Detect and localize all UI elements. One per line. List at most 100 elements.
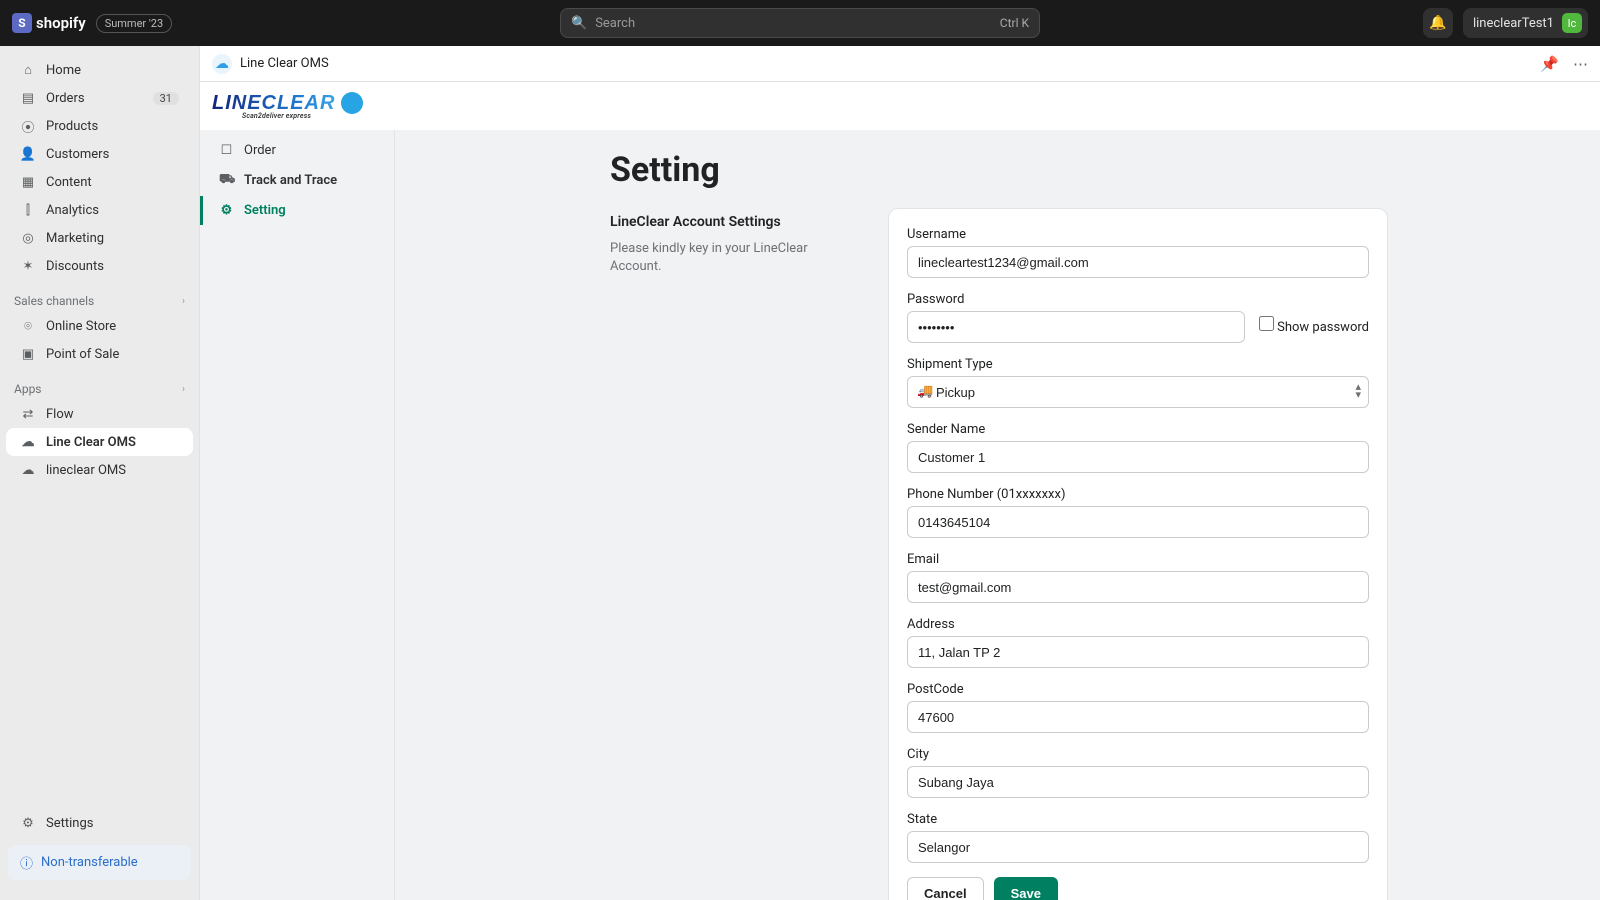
marketing-icon: ◎ (20, 230, 36, 246)
appmenu-label: Setting (244, 203, 286, 218)
topbar-left: S shopify Summer '23 (12, 13, 172, 33)
form-buttons: Cancel Save (907, 877, 1369, 900)
leftnav: ⌂ Home ▤ Orders 31 ⦿ Products 👤 Customer… (0, 46, 200, 900)
pin-icon[interactable]: 📌 (1540, 55, 1559, 73)
nav-label: Line Clear OMS (46, 435, 136, 450)
section-title: LineClear Account Settings (610, 214, 860, 230)
show-password-toggle[interactable]: Show password (1259, 316, 1369, 335)
shipment-type-select[interactable] (907, 376, 1369, 408)
pickup-truck-icon: 🚚 (917, 384, 933, 399)
home-icon: ⌂ (20, 62, 36, 78)
apps-header[interactable]: Apps › (0, 368, 199, 400)
discounts-icon: ✶ (20, 258, 36, 274)
appmenu-label: Track and Trace (244, 173, 337, 188)
state-input[interactable] (907, 831, 1369, 863)
postcode-input[interactable] (907, 701, 1369, 733)
nav-label: Point of Sale (46, 347, 119, 362)
state-label: State (907, 812, 1369, 827)
nav-label: lineclear OMS (46, 463, 126, 478)
gear-icon: ⚙ (20, 815, 36, 831)
nav-content[interactable]: ▦ Content (6, 168, 193, 196)
save-button[interactable]: Save (994, 877, 1058, 900)
nontransferable-banner[interactable]: ⓘ Non-transferable (8, 845, 191, 880)
city-label: City (907, 747, 1369, 762)
section-desc: Please kindly key in your LineClear Acco… (610, 240, 860, 276)
phone-input[interactable] (907, 506, 1369, 538)
brand-logo: LINECLEAR (212, 92, 363, 114)
cancel-button[interactable]: Cancel (907, 877, 984, 900)
brand-wrap: LINECLEAR Scan2deliver express (212, 92, 363, 120)
postcode-label: PostCode (907, 682, 1369, 697)
chevron-right-icon: › (182, 384, 185, 395)
more-icon[interactable]: ⋯ (1573, 55, 1588, 73)
app-header-right: 📌 ⋯ (1540, 55, 1588, 73)
search-box[interactable]: 🔍 Search Ctrl K (560, 8, 1040, 38)
username-input[interactable] (907, 246, 1369, 278)
customers-icon: 👤 (20, 146, 36, 162)
address-input[interactable] (907, 636, 1369, 668)
avatar: lc (1562, 13, 1582, 33)
nav-label: Marketing (46, 231, 104, 246)
show-password-checkbox[interactable] (1259, 316, 1274, 331)
nav-label: Settings (46, 816, 93, 831)
appmenu-label: Order (244, 143, 276, 158)
show-password-label: Show password (1277, 320, 1369, 335)
search-icon: 🔍 (571, 16, 587, 31)
app-header-left: ☁ Line Clear OMS (212, 54, 329, 74)
app-cloud-icon: ☁ (212, 54, 232, 74)
nav-label: Customers (46, 147, 109, 162)
address-label: Address (907, 617, 1369, 632)
app-header: ☁ Line Clear OMS 📌 ⋯ (200, 46, 1600, 82)
nav-home[interactable]: ⌂ Home (6, 56, 193, 84)
brand-bar: LINECLEAR Scan2deliver express (200, 82, 1600, 130)
nav-discounts[interactable]: ✶ Discounts (6, 252, 193, 280)
nav-pos[interactable]: ▣ Point of Sale (6, 340, 193, 368)
section-row: LineClear Account Settings Please kindly… (610, 208, 1570, 900)
nav-app-flow[interactable]: ⇄ Flow (6, 400, 193, 428)
sales-channels-header[interactable]: Sales channels › (0, 280, 199, 312)
shopify-logo[interactable]: S shopify (12, 13, 86, 33)
nav-settings[interactable]: ⚙ Settings (6, 809, 193, 837)
content-icon: ▦ (20, 174, 36, 190)
brand-logo-text: LINECLEAR (212, 93, 335, 113)
search-placeholder: Search (595, 16, 635, 31)
cloud-icon: ☁ (20, 462, 36, 478)
app-menu: ☐ Order ⛟ Track and Trace ⚙ Setting (200, 130, 395, 900)
nav-label: Orders (46, 91, 85, 106)
nav-products[interactable]: ⦿ Products (6, 112, 193, 140)
nav-label: Products (46, 119, 98, 134)
nav-marketing[interactable]: ◎ Marketing (6, 224, 193, 252)
select-updown-icon: ▴▾ (1355, 383, 1361, 399)
nav-label: Content (46, 175, 92, 190)
brand-truck-icon (341, 92, 363, 114)
summer-pill[interactable]: Summer '23 (96, 14, 172, 33)
appmenu-order[interactable]: ☐ Order (200, 136, 394, 165)
app-title: Line Clear OMS (240, 56, 329, 71)
nav-app-lineclear[interactable]: ☁ Line Clear OMS (6, 428, 193, 456)
appmenu-setting[interactable]: ⚙ Setting (200, 196, 394, 225)
search-kbd: Ctrl K (1000, 16, 1029, 30)
topbar-right: 🔔 lineclearTest1 lc (1423, 8, 1588, 38)
notifications-button[interactable]: 🔔 (1423, 8, 1453, 38)
nav-orders[interactable]: ▤ Orders 31 (6, 84, 193, 112)
nav-online-store[interactable]: ⌾ Online Store (6, 312, 193, 340)
nav-customers[interactable]: 👤 Customers (6, 140, 193, 168)
apps-label: Apps (14, 382, 42, 396)
nav-analytics[interactable]: ⫿ Analytics (6, 196, 193, 224)
user-chip[interactable]: lineclearTest1 lc (1463, 8, 1588, 38)
nav-label: Flow (46, 407, 74, 422)
password-input[interactable] (907, 311, 1245, 343)
email-input[interactable] (907, 571, 1369, 603)
chevron-right-icon: › (182, 296, 185, 307)
analytics-icon: ⫿ (20, 202, 36, 218)
gear-icon: ⚙ (219, 203, 234, 218)
username-label: Username (907, 227, 1369, 242)
email-label: Email (907, 552, 1369, 567)
topbar: S shopify Summer '23 🔍 Search Ctrl K 🔔 l… (0, 0, 1600, 46)
nav-app-lineclear-2[interactable]: ☁ lineclear OMS (6, 456, 193, 484)
sender-name-label: Sender Name (907, 422, 1369, 437)
appmenu-track[interactable]: ⛟ Track and Trace (200, 165, 394, 196)
shopify-bag-icon: S (12, 13, 32, 33)
city-input[interactable] (907, 766, 1369, 798)
sender-name-input[interactable] (907, 441, 1369, 473)
